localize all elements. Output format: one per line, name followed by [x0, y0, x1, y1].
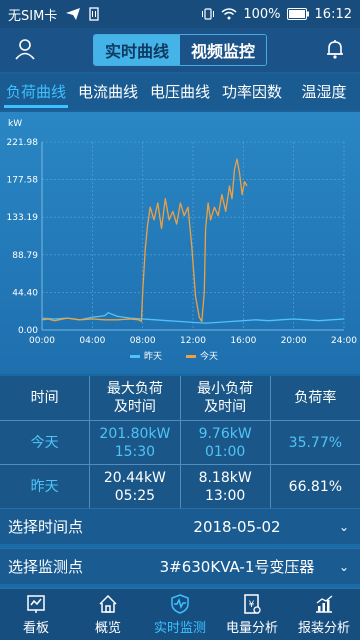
- x-tick-label: 16:00: [230, 336, 256, 346]
- nav-install-analysis-label: 报装分析: [297, 621, 350, 636]
- battery-icon: [286, 8, 309, 20]
- chart-unit-label: kW: [8, 119, 22, 129]
- home-icon: [99, 594, 117, 613]
- header-min-load: 最小负荷 及时间: [179, 376, 270, 420]
- tab-load-curve[interactable]: 负荷曲线: [0, 74, 72, 110]
- user-icon[interactable]: [14, 38, 36, 60]
- yesterday-max-value: 20.44kW: [103, 469, 166, 486]
- clock-time: 16:12: [314, 6, 352, 22]
- vibrate-icon: [202, 8, 215, 20]
- yesterday-load-rate: 66.81%: [269, 465, 360, 508]
- nav-realtime-monitor[interactable]: 实时监测: [144, 589, 216, 640]
- x-tick-label: 08:00: [130, 336, 156, 346]
- today-load-rate: 35.77%: [269, 421, 360, 464]
- today-max-time: 15:30: [114, 443, 156, 460]
- send-icon: [66, 8, 81, 20]
- yesterday-min-load: 8.18kW 13:00: [179, 465, 270, 508]
- y-tick-label: 0.00: [18, 326, 38, 336]
- load-curve-chart: kW 221.98 177.58 133.19 88.79 44.40 0.0000:00 0…: [0, 112, 360, 374]
- monitor-point-value: 3#630KVA-1号变压器: [159, 558, 315, 576]
- table-row: 昨天 20.44kW 05:25 8.18kW 13:00 66.81%: [0, 464, 360, 508]
- battery-percent: 100%: [243, 6, 281, 22]
- metric-tabs: 负荷曲线 电流曲线 电压曲线 功率因数 温湿度: [0, 74, 360, 110]
- tab-power-factor[interactable]: 功率因数: [216, 74, 288, 110]
- y-tick-label: 88.79: [12, 251, 38, 261]
- carrier-text: 无SIM卡: [8, 8, 58, 24]
- bottom-navigation: 看板 概览 实时监测 ¥ 电量分析 报装分析: [0, 588, 360, 640]
- monitor-point-label: 选择监测点: [8, 558, 84, 576]
- nav-install-analysis[interactable]: 报装分析: [288, 589, 360, 640]
- segment-realtime-curve[interactable]: 实时曲线: [94, 35, 180, 65]
- status-bar: 无SIM卡 100% 16:12: [0, 0, 360, 28]
- nav-power-analysis-label: 电量分析: [225, 621, 278, 636]
- today-max-value: 201.80kW: [99, 425, 171, 442]
- nav-overview-label: 概览: [94, 621, 121, 636]
- tab-temperature-humidity[interactable]: 温湿度: [288, 74, 360, 110]
- yesterday-min-value: 8.18kW: [198, 469, 252, 486]
- x-tick-label: 12:00: [180, 336, 206, 346]
- legend-swatch: [130, 355, 140, 358]
- chevron-down-icon: ⌄: [338, 559, 350, 574]
- app-header: 实时曲线 视频监控: [0, 28, 360, 72]
- nav-overview[interactable]: 概览: [72, 589, 144, 640]
- chevron-down-icon: ⌄: [338, 519, 350, 534]
- y-tick-label: 44.40: [12, 288, 38, 298]
- table-row: 今天 201.80kW 15:30 9.76kW 01:00 35.77%: [0, 420, 360, 464]
- dashboard-icon: [27, 595, 45, 613]
- nav-dashboard-label: 看板: [22, 621, 49, 636]
- x-tick-label: 20:00: [281, 336, 307, 346]
- time-point-value: 2018-05-02: [193, 517, 281, 536]
- nav-power-analysis[interactable]: ¥ 电量分析: [216, 589, 288, 640]
- bell-icon[interactable]: [324, 38, 346, 60]
- tab-current-curve[interactable]: 电流曲线: [72, 74, 144, 110]
- yesterday-max-time: 05:25: [114, 487, 156, 504]
- y-tick-label: 221.98: [7, 138, 39, 148]
- monitor-point-selector[interactable]: 选择监测点 3#630KVA-1号变压器 ⌄: [0, 548, 360, 584]
- y-tick-label: 133.19: [7, 213, 39, 223]
- header-time: 时间: [30, 390, 59, 406]
- row-label-today: 今天: [30, 434, 59, 451]
- wifi-icon: [221, 8, 237, 20]
- x-tick-label: 24:00: [331, 336, 357, 346]
- header-max-load: 最大负荷 及时间: [89, 376, 179, 420]
- nav-dashboard[interactable]: 看板: [0, 589, 72, 640]
- y-tick-label: 177.58: [7, 176, 39, 186]
- segment-video-monitor[interactable]: 视频监控: [180, 35, 266, 65]
- time-point-label: 选择时间点: [8, 518, 84, 536]
- view-segment: 实时曲线 视频监控: [93, 34, 267, 66]
- legend-label: 昨天: [144, 350, 162, 362]
- load-summary-table: 时间 最大负荷 及时间 最小负荷 及时间 负荷率 今天 201.80kW 15:…: [0, 376, 360, 508]
- legend-label: 今天: [200, 350, 218, 362]
- table-header-row: 时间 最大负荷 及时间 最小负荷 及时间 负荷率: [0, 376, 360, 420]
- today-min-load: 9.76kW 01:00: [179, 421, 270, 464]
- tab-voltage-curve[interactable]: 电压曲线: [144, 74, 216, 110]
- time-point-selector[interactable]: 选择时间点 2018-05-02 ⌄: [0, 508, 360, 544]
- row-label-yesterday: 昨天: [30, 478, 59, 495]
- chart-analysis-icon: [316, 595, 333, 613]
- today-min-value: 9.76kW: [198, 425, 252, 442]
- yesterday-max-load: 20.44kW 05:25: [89, 465, 179, 508]
- x-tick-label: 00:00: [29, 336, 55, 346]
- legend-swatch: [186, 355, 196, 358]
- x-tick-label: 04:00: [79, 336, 105, 346]
- yesterday-min-time: 13:00: [204, 487, 246, 504]
- today-min-time: 01:00: [204, 443, 246, 460]
- monitor-icon: [171, 594, 189, 614]
- power-analysis-icon: ¥: [244, 594, 261, 614]
- sim-card-icon: [89, 7, 99, 21]
- chart-background: [0, 112, 360, 374]
- header-load-rate: 负荷率: [269, 376, 360, 420]
- today-max-load: 201.80kW 15:30: [89, 421, 179, 464]
- nav-realtime-monitor-label: 实时监测: [153, 621, 206, 636]
